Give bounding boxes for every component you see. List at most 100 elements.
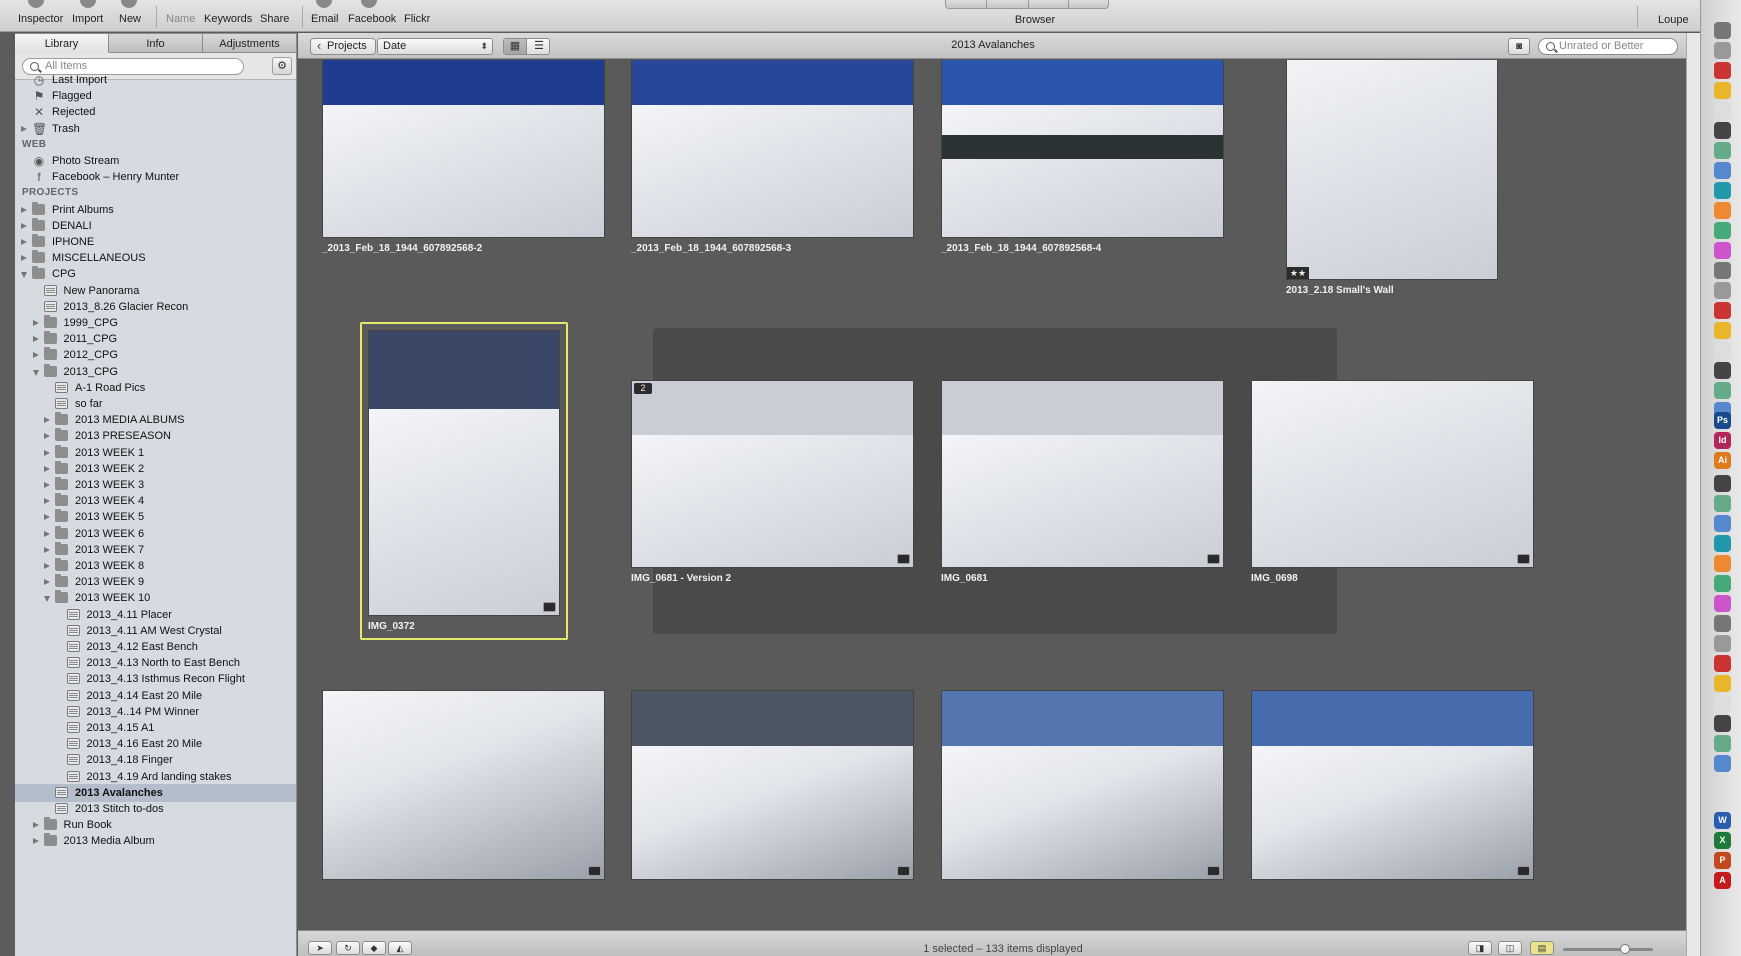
dock-app-icon[interactable]: [1714, 715, 1731, 732]
dock-app-icon[interactable]: [1714, 222, 1731, 239]
dock-app-icon[interactable]: [1714, 475, 1731, 492]
thumbnail-size-slider[interactable]: [1563, 948, 1653, 951]
viewer-toggle-icon[interactable]: ◫: [1498, 941, 1522, 955]
disclosure-closed-icon[interactable]: [21, 255, 27, 262]
dock-app-icon[interactable]: [1714, 322, 1731, 339]
photo-thumbnail[interactable]: 2: [631, 380, 914, 568]
ps-app-icon[interactable]: Ps: [1714, 412, 1731, 429]
photo-thumbnail[interactable]: [1251, 690, 1534, 880]
disclosure-closed-icon[interactable]: [44, 417, 50, 424]
browser-scrollbar[interactable]: [1686, 33, 1700, 956]
loupe-button[interactable]: Loupe: [1658, 14, 1689, 26]
disclosure-closed-icon[interactable]: [21, 239, 27, 245]
dock-app-icon[interactable]: [1714, 695, 1731, 712]
disclosure-closed-icon[interactable]: [44, 482, 50, 488]
facebook-button[interactable]: Facebook: [348, 13, 396, 25]
new-button[interactable]: New: [119, 13, 141, 25]
dock-app-icon[interactable]: [1714, 495, 1731, 512]
badge-toggle-icon[interactable]: ◨: [1468, 941, 1492, 955]
disclosure-closed-icon[interactable]: [44, 546, 50, 553]
sort-select[interactable]: Date: [377, 38, 493, 55]
photo-thumbnail[interactable]: [631, 690, 914, 880]
disclosure-closed-icon[interactable]: [32, 822, 39, 829]
id-app-icon[interactable]: Id: [1714, 432, 1731, 449]
disclosure-closed-icon[interactable]: [32, 838, 39, 845]
dock-app-icon[interactable]: [1714, 535, 1731, 552]
photo-thumbnail[interactable]: [941, 380, 1224, 568]
list-view-icon[interactable]: ☰: [528, 39, 550, 54]
view-mode-segmented-control[interactable]: [945, 0, 1109, 9]
dock-app-icon[interactable]: [1714, 162, 1731, 179]
rating-filter-input[interactable]: Unrated or Better: [1538, 38, 1678, 55]
dock-app-icon[interactable]: [1714, 142, 1731, 159]
slider-knob[interactable]: [1620, 944, 1630, 954]
dock-app-icon[interactable]: [1714, 655, 1731, 672]
rotate-tool-icon[interactable]: ↻: [336, 941, 360, 955]
dock-app-icon[interactable]: [1714, 635, 1731, 652]
stack-count-badge[interactable]: 2: [634, 383, 652, 394]
disclosure-open-icon[interactable]: [32, 369, 39, 376]
dock-app-icon[interactable]: [1714, 382, 1731, 399]
disclosure-closed-icon[interactable]: [44, 579, 50, 586]
lift-tool-icon[interactable]: ◆: [362, 941, 386, 955]
dock-app-icon[interactable]: [1714, 82, 1731, 99]
email-button[interactable]: Email: [311, 13, 339, 25]
disclosure-open-icon[interactable]: [21, 272, 27, 279]
grid-view-icon[interactable]: ▦: [504, 39, 527, 54]
photo-thumbnail[interactable]: [322, 690, 605, 880]
tab-library[interactable]: Library: [15, 33, 109, 53]
dock-app-icon[interactable]: [1714, 555, 1731, 572]
dock-app-icon[interactable]: [1714, 102, 1731, 119]
disclosure-closed-icon[interactable]: [44, 514, 50, 521]
disclosure-closed-icon[interactable]: [21, 125, 27, 132]
filter-hud-icon[interactable]: ◙: [1508, 38, 1530, 55]
word-app-icon[interactable]: W: [1714, 812, 1731, 829]
dock-app-icon[interactable]: [1714, 342, 1731, 359]
dock-app-icon[interactable]: [1714, 735, 1731, 752]
dock-app-icon[interactable]: [1714, 22, 1731, 39]
dock-app-icon[interactable]: [1714, 615, 1731, 632]
tab-info[interactable]: Info: [109, 33, 203, 53]
disclosure-closed-icon[interactable]: [32, 320, 39, 326]
dock-app-icon[interactable]: [1714, 202, 1731, 219]
disclosure-closed-icon[interactable]: [44, 465, 50, 472]
disclosure-closed-icon[interactable]: [44, 449, 50, 456]
disclosure-closed-icon[interactable]: [44, 433, 50, 440]
dock-app-icon[interactable]: [1714, 302, 1731, 319]
stamp-tool-icon[interactable]: ◭: [388, 941, 412, 955]
acrobat-app-icon[interactable]: A: [1714, 872, 1731, 889]
disclosure-closed-icon[interactable]: [32, 352, 39, 359]
photo-thumbnail[interactable]: [941, 690, 1224, 880]
disclosure-closed-icon[interactable]: [21, 222, 27, 229]
dock-app-icon[interactable]: [1714, 675, 1731, 692]
dock-app-icon[interactable]: [1714, 575, 1731, 592]
flickr-button[interactable]: Flickr: [404, 13, 430, 25]
dock-app-icon[interactable]: [1714, 182, 1731, 199]
ai-app-icon[interactable]: Ai: [1714, 452, 1731, 469]
dock-app-icon[interactable]: [1714, 242, 1731, 259]
browser-mode-label[interactable]: Browser: [1000, 14, 1070, 26]
dock-app-icon[interactable]: [1714, 282, 1731, 299]
dock-app-icon[interactable]: [1714, 262, 1731, 279]
disclosure-closed-icon[interactable]: [44, 498, 50, 505]
photo-thumbnail[interactable]: [322, 60, 605, 238]
disclosure-open-icon[interactable]: [44, 596, 50, 603]
filmstrip-toggle-icon[interactable]: ▤: [1530, 941, 1554, 955]
name-button[interactable]: Name: [166, 13, 195, 25]
pointer-tool-icon[interactable]: ➤: [308, 941, 332, 955]
sidebar-item[interactable]: 2013 Media Album: [15, 832, 296, 850]
keywords-button[interactable]: Keywords: [204, 13, 252, 25]
photo-thumbnail[interactable]: [941, 60, 1224, 238]
dock-app-icon[interactable]: [1714, 755, 1731, 772]
import-button[interactable]: Import: [72, 13, 103, 25]
powerpoint-app-icon[interactable]: P: [1714, 852, 1731, 869]
disclosure-closed-icon[interactable]: [44, 563, 50, 569]
dock-app-icon[interactable]: [1714, 515, 1731, 532]
photo-thumbnail[interactable]: [1251, 380, 1534, 568]
dock-app-icon[interactable]: [1714, 595, 1731, 612]
disclosure-closed-icon[interactable]: [44, 530, 50, 537]
projects-button[interactable]: Projects: [310, 38, 376, 55]
dock-app-icon[interactable]: [1714, 42, 1731, 59]
dock-app-icon[interactable]: [1714, 62, 1731, 79]
share-button[interactable]: Share: [260, 13, 289, 25]
